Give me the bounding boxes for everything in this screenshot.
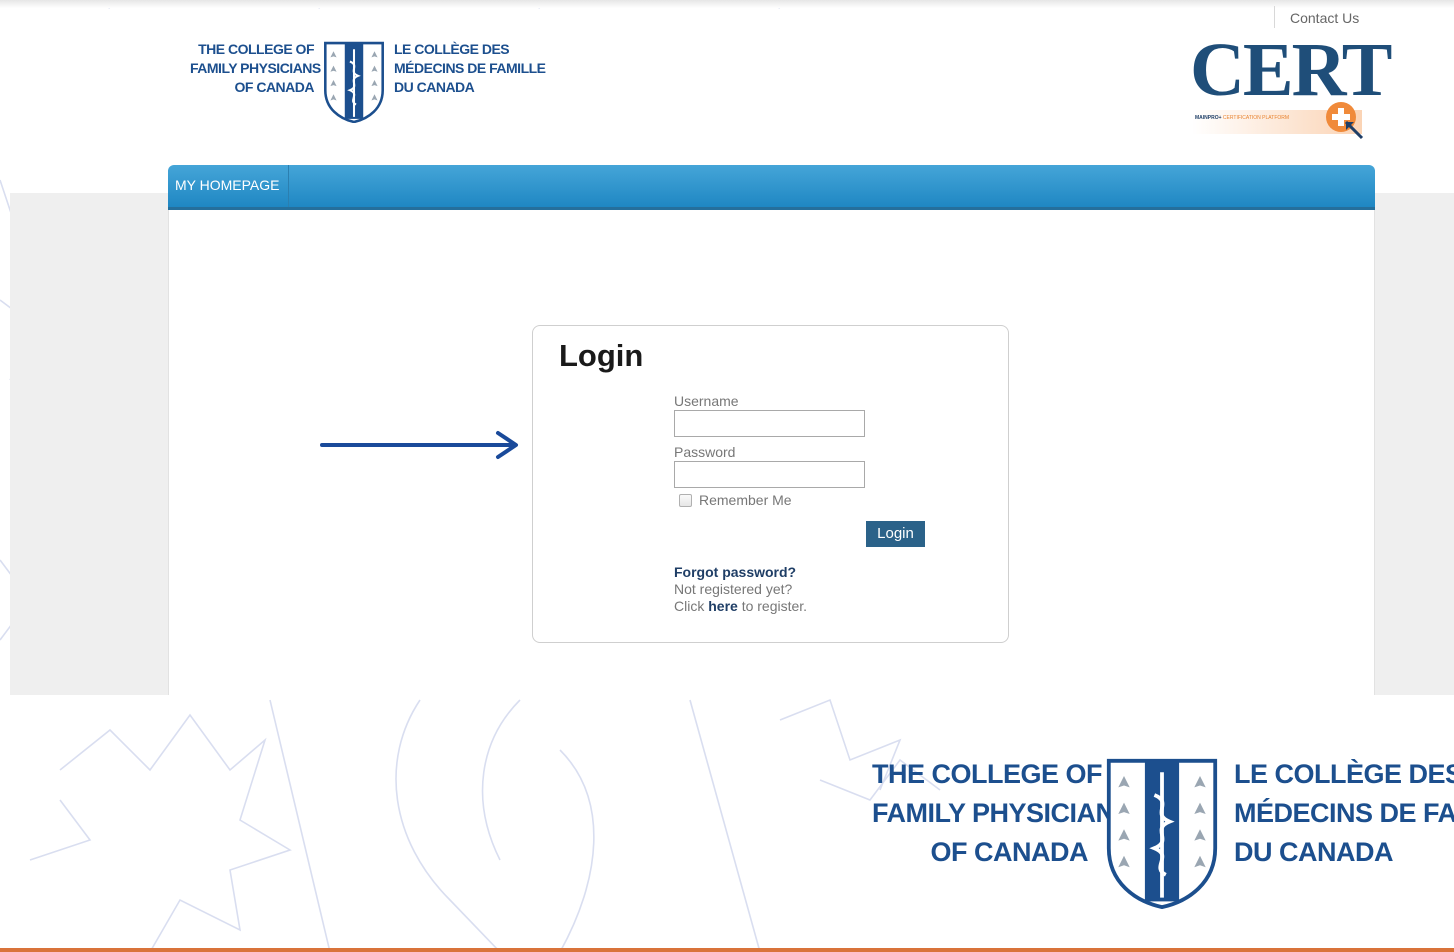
footer-logo-en-line: FAMILY PHYSICIANS — [872, 798, 1133, 828]
cert-tagline: MAINPRO+ CERTIFICATION PLATFORM — [1195, 114, 1289, 122]
cfpc-shield-icon — [324, 41, 384, 123]
to-register-text: to register. — [741, 598, 808, 614]
arrow-right-icon — [320, 431, 518, 459]
logo-english-text: THE COLLEGE OF FAMILY PHYSICIANS OF CANA… — [190, 40, 321, 97]
cfpc-logo[interactable]: THE COLLEGE OF FAMILY PHYSICIANS OF CANA… — [190, 40, 546, 123]
contact-us-link[interactable]: Contact Us — [1290, 10, 1359, 26]
password-label: Password — [674, 444, 736, 460]
forgot-password-link[interactable]: Forgot password? — [674, 564, 807, 581]
logo-fr-line: LE COLLÈGE DES — [394, 41, 510, 57]
not-registered-text: Not registered yet? — [674, 581, 793, 597]
logo-en-line: FAMILY PHYSICIANS — [190, 60, 321, 76]
cert-wordmark: CERT — [1190, 28, 1392, 112]
logo-fr-line: MÉDECINS DE FAMILLE — [394, 60, 546, 76]
logo-en-line: THE COLLEGE OF — [198, 41, 314, 57]
logo-fr-line: DU CANADA — [394, 79, 475, 95]
click-text: Click — [674, 598, 705, 614]
footer-logo-french-text: LE COLLÈGE DES MÉDECINS DE FAMILL DU CAN… — [1234, 755, 1454, 872]
cfpc-shield-icon — [1106, 758, 1218, 909]
top-strip — [0, 0, 1454, 8]
cert-tag-prefix: MAINPRO+ — [1195, 115, 1222, 121]
nav-item-my-homepage[interactable]: MY HOMEPAGE — [168, 165, 289, 207]
footer-logo-en-line: OF CANADA — [930, 837, 1089, 867]
remember-me-label[interactable]: Remember Me — [699, 492, 792, 508]
footer-logo-fr-line: LE COLLÈGE DES — [1234, 759, 1454, 789]
login-button[interactable]: Login — [866, 521, 925, 547]
footer-logo-fr-line: DU CANADA — [1234, 837, 1393, 867]
password-input[interactable] — [674, 461, 865, 488]
footer-logo-fr-line: MÉDECINS DE FAMILL — [1234, 798, 1454, 828]
cert-tag-rest: CERTIFICATION PLATFORM — [1222, 115, 1290, 121]
register-here-link[interactable]: here — [708, 598, 738, 614]
main-nav: MY HOMEPAGE — [168, 165, 1375, 210]
page: Contact Us THE COLLEGE OF FAMILY PHYSICI… — [0, 0, 1454, 952]
remember-me[interactable]: Remember Me — [679, 492, 792, 508]
footer-cfpc-logo: THE COLLEGE OF FAMILY PHYSICIANS OF CANA… — [872, 755, 1454, 909]
username-label: Username — [674, 393, 739, 409]
top-links: Contact Us — [1274, 6, 1359, 28]
footer-accent-line — [0, 948, 1454, 952]
plus-icon — [1326, 102, 1364, 140]
login-form: Login Username Password Remember Me Logi… — [532, 325, 1009, 643]
remember-me-checkbox[interactable] — [679, 493, 692, 507]
username-input[interactable] — [674, 410, 865, 437]
logo-french-text: LE COLLÈGE DES MÉDECINS DE FAMILLE DU CA… — [394, 40, 546, 97]
footer-logo-en-line: THE COLLEGE OF — [872, 759, 1103, 789]
cert-logo[interactable]: CERT MAINPRO+ CERTIFICATION PLATFORM — [1190, 32, 1392, 156]
logo-en-line: OF CANADA — [234, 79, 315, 95]
footer-logo-english-text: THE COLLEGE OF FAMILY PHYSICIANS OF CANA… — [872, 755, 1133, 872]
login-title: Login — [559, 338, 644, 373]
account-links: Forgot password? Not registered yet? Cli… — [674, 564, 807, 615]
